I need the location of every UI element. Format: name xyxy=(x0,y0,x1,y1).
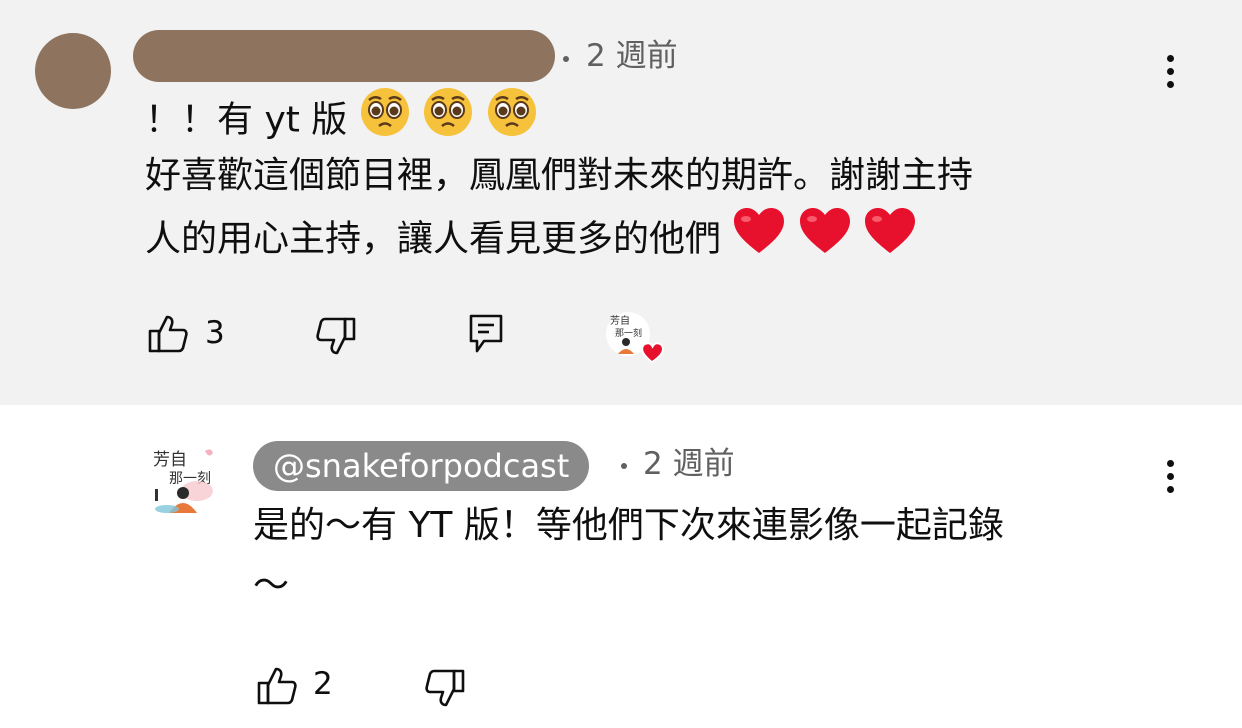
more-vert-icon[interactable] xyxy=(1160,55,1180,95)
svg-text:芳自: 芳自 xyxy=(610,314,630,327)
like-count: 3 xyxy=(205,315,225,351)
red-heart-emoji xyxy=(798,206,852,275)
more-vert-icon[interactable] xyxy=(1160,460,1180,500)
separator-dot xyxy=(621,463,627,469)
comment-text-line-3: 人的用心主持，讓人看見更多的他們 xyxy=(145,206,917,275)
reply-timestamp: 2 週前 xyxy=(643,446,735,482)
redacted-author-name[interactable] xyxy=(133,30,555,82)
thumbs-down-icon[interactable] xyxy=(424,667,466,713)
svg-text:那一刻: 那一刻 xyxy=(615,327,642,339)
thumbs-up-icon[interactable] xyxy=(256,665,298,711)
creator-heart-badge[interactable]: 芳自 那一刻 xyxy=(604,308,668,370)
comment-text-prefix: ！！有 yt 版 xyxy=(145,99,348,141)
comment-timestamp: 2 週前 xyxy=(586,38,678,74)
reply-text-line-1: 是的～有 YT 版！等他們下次來連影像一起記錄 xyxy=(253,505,1004,546)
channel-handle[interactable]: @snakeforpodcast xyxy=(253,441,590,491)
thumbs-down-icon[interactable] xyxy=(315,315,357,361)
reply-text-line-2: ～ xyxy=(253,565,290,606)
channel-avatar[interactable]: 芳自 那一刻 xyxy=(147,443,219,519)
comment-text-line-3-text: 人的用心主持，讓人看見更多的他們 xyxy=(145,218,722,260)
red-heart-emoji xyxy=(863,206,917,275)
avatar-logo-text-1: 芳自 xyxy=(153,450,187,470)
red-heart-emoji xyxy=(732,206,786,275)
reply-icon[interactable] xyxy=(468,313,504,359)
thumbs-up-icon[interactable] xyxy=(147,313,189,359)
highlighted-comment: 2 週前 ！！有 yt 版 好喜歡這個節目裡，鳳凰們對未來的期許。謝謝主持 人的… xyxy=(0,0,1242,405)
redacted-avatar[interactable] xyxy=(35,33,111,109)
reply-like-count: 2 xyxy=(313,666,333,702)
comment-text-line-2: 好喜歡這個節目裡，鳳凰們對未來的期許。謝謝主持 xyxy=(145,155,974,196)
separator-dot xyxy=(563,56,569,62)
